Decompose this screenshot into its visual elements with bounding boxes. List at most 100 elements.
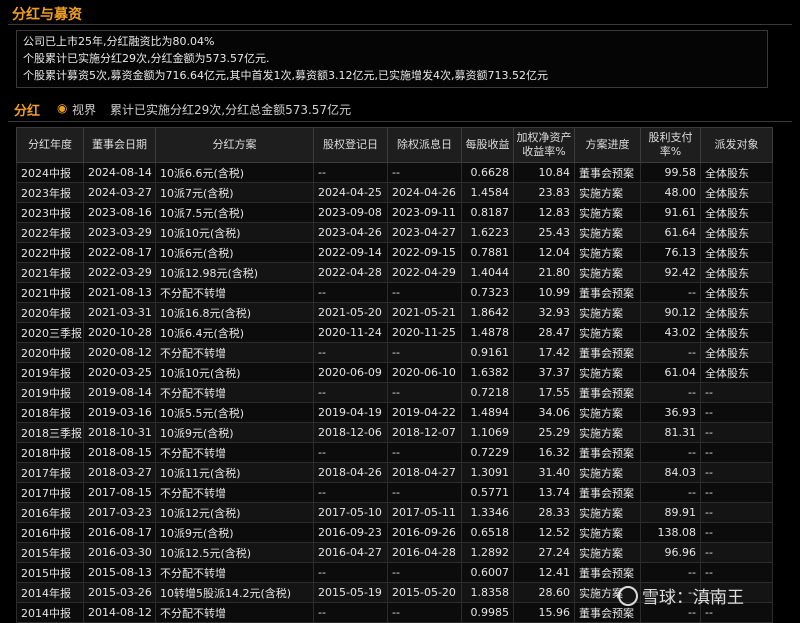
- cell-year: 2023中报: [16, 202, 84, 223]
- cell-payout: --: [640, 442, 701, 463]
- snowball-logo-icon: [618, 586, 638, 606]
- cell-exdiv-date: --: [387, 602, 462, 623]
- col-header-plan[interactable]: 分红方案: [155, 127, 314, 163]
- col-header-roe[interactable]: 加权净资产收益率%: [513, 127, 575, 163]
- table-row[interactable]: 2016中报 2016-08-17 10派9元(含税) 2016-09-23 2016-…: [16, 522, 773, 543]
- col-header-eps[interactable]: 每股收益: [461, 127, 514, 163]
- cell-eps: 0.9161: [461, 342, 514, 363]
- cell-payout: 92.42: [640, 262, 701, 283]
- cell-roe: 12.04: [513, 242, 575, 263]
- cell-year: 2022年报: [16, 222, 84, 243]
- cell-target: --: [700, 482, 773, 503]
- table-row[interactable]: 2018三季报 2018-10-31 10派9元(含税) 2018-12-06 2018…: [16, 422, 773, 443]
- cell-roe: 37.37: [513, 362, 575, 383]
- cell-exdiv-date: 2021-05-21: [387, 302, 462, 323]
- table-row[interactable]: 2020三季报 2020-10-28 10派6.4元(含税) 2020-11-24 20…: [16, 322, 773, 343]
- cell-roe: 28.33: [513, 502, 575, 523]
- cell-progress: 董事会预案: [574, 342, 641, 363]
- table-row[interactable]: 2019中报 2019-08-14 不分配不转增 -- -- 0.7218 17.55 董事会…: [16, 382, 773, 403]
- cell-payout: 76.13: [640, 242, 701, 263]
- divider: [8, 24, 792, 25]
- cell-eps: 1.4894: [461, 402, 514, 423]
- col-header-target[interactable]: 派发对象: [700, 127, 773, 163]
- table-row[interactable]: 2022中报 2022-08-17 10派6元(含税) 2022-09-14 2022-…: [16, 242, 773, 263]
- cell-target: 全体股东: [700, 302, 773, 323]
- summary-line: 个股累计募资5次,募资金额为716.64亿元,其中首发1次,募资额3.12亿元,…: [23, 69, 548, 82]
- cell-record-date: --: [313, 342, 388, 363]
- col-header-exdiv-date[interactable]: 除权派息日: [387, 127, 462, 163]
- cell-roe: 25.43: [513, 222, 575, 243]
- col-header-record-date[interactable]: 股权登记日: [313, 127, 388, 163]
- cell-target: --: [700, 442, 773, 463]
- cell-year: 2015中报: [16, 562, 84, 583]
- cell-progress: 实施方案: [574, 222, 641, 243]
- cell-board-date: 2022-03-29: [83, 262, 156, 283]
- col-header-progress[interactable]: 方案进度: [574, 127, 641, 163]
- cell-target: 全体股东: [700, 362, 773, 383]
- cell-plan: 10转增5股派14.2元(含税): [155, 582, 314, 603]
- cell-progress: 实施方案: [574, 202, 641, 223]
- table-row[interactable]: 2018年报 2019-03-16 10派5.5元(含税) 2019-04-19 201…: [16, 402, 773, 423]
- cell-target: 全体股东: [700, 202, 773, 223]
- cell-payout: --: [640, 382, 701, 403]
- cell-exdiv-date: 2019-04-22: [387, 402, 462, 423]
- table-row[interactable]: 2024中报 2024-08-14 10派6.6元(含税) -- -- 0.6628 10.…: [16, 162, 773, 183]
- cell-year: 2020三季报: [16, 322, 84, 343]
- cell-plan: 10派12.5元(含税): [155, 542, 314, 563]
- table-row[interactable]: 2019年报 2020-03-25 10派10元(含税) 2020-06-09 2020…: [16, 362, 773, 383]
- cell-board-date: 2023-03-29: [83, 222, 156, 243]
- cell-payout: 36.93: [640, 402, 701, 423]
- cell-exdiv-date: 2016-04-28: [387, 542, 462, 563]
- cell-board-date: 2019-03-16: [83, 402, 156, 423]
- cell-roe: 28.60: [513, 582, 575, 603]
- cell-progress: 实施方案: [574, 502, 641, 523]
- col-header-board-date[interactable]: 董事会日期: [83, 127, 156, 163]
- col-header-payout[interactable]: 股利支付率%: [640, 127, 701, 163]
- cell-roe: 17.42: [513, 342, 575, 363]
- eye-icon[interactable]: ◉: [57, 101, 67, 115]
- table-row[interactable]: 2015中报 2015-08-13 不分配不转增 -- -- 0.6007 12.41 董事会…: [16, 562, 773, 583]
- cell-year: 2018中报: [16, 442, 84, 463]
- cell-year: 2018年报: [16, 402, 84, 423]
- table-row[interactable]: 2015年报 2016-03-30 10派12.5元(含税) 2016-04-27 20…: [16, 542, 773, 563]
- table-row[interactable]: 2020中报 2020-08-12 不分配不转增 -- -- 0.9161 17.42 董事会…: [16, 342, 773, 363]
- table-row[interactable]: 2023年报 2024-03-27 10派7元(含税) 2024-04-25 2024-…: [16, 182, 773, 203]
- table-row[interactable]: 2017中报 2017-08-15 不分配不转增 -- -- 0.5771 13.74 董事会…: [16, 482, 773, 503]
- cell-year: 2016中报: [16, 522, 84, 543]
- col-header-year[interactable]: 分红年度: [16, 127, 84, 163]
- cell-plan: 10派12.98元(含税): [155, 262, 314, 283]
- cell-eps: 0.8187: [461, 202, 514, 223]
- cell-target: --: [700, 522, 773, 543]
- dividend-header: 分红 ◉ 视界 累计已实施分红29次,分红总金额573.57亿元: [12, 100, 772, 119]
- table-row[interactable]: 2020年报 2021-03-31 10派16.8元(含税) 2021-05-20 20…: [16, 302, 773, 323]
- table-row[interactable]: 2016年报 2017-03-23 10派12元(含税) 2017-05-10 2017…: [16, 502, 773, 523]
- cell-year: 2023年报: [16, 182, 84, 203]
- cell-record-date: 2020-06-09: [313, 362, 388, 383]
- cell-eps: 1.8358: [461, 582, 514, 603]
- table-row[interactable]: 2021年报 2022-03-29 10派12.98元(含税) 2022-04-28 2…: [16, 262, 773, 283]
- table-row[interactable]: 2017年报 2018-03-27 10派11元(含税) 2018-04-26 2018…: [16, 462, 773, 483]
- cell-board-date: 2020-08-12: [83, 342, 156, 363]
- cell-board-date: 2018-03-27: [83, 462, 156, 483]
- view-link[interactable]: 视界: [72, 101, 96, 118]
- table-row[interactable]: 2022年报 2023-03-29 10派10元(含税) 2023-04-26 2023…: [16, 222, 773, 243]
- cell-year: 2024中报: [16, 162, 84, 183]
- cell-board-date: 2017-08-15: [83, 482, 156, 503]
- cell-progress: 董事会预案: [574, 442, 641, 463]
- cell-record-date: --: [313, 162, 388, 183]
- cell-exdiv-date: 2020-11-25: [387, 322, 462, 343]
- cell-plan: 不分配不转增: [155, 442, 314, 463]
- cell-eps: 0.7323: [461, 282, 514, 303]
- table-row[interactable]: 2018中报 2018-08-15 不分配不转增 -- -- 0.7229 16.32 董事会…: [16, 442, 773, 463]
- cell-plan: 不分配不转增: [155, 342, 314, 363]
- cell-board-date: 2016-03-30: [83, 542, 156, 563]
- cell-record-date: 2016-09-23: [313, 522, 388, 543]
- table-row[interactable]: 2023中报 2023-08-16 10派7.5元(含税) 2023-09-08 202…: [16, 202, 773, 223]
- cell-record-date: --: [313, 562, 388, 583]
- cell-plan: 10派7元(含税): [155, 182, 314, 203]
- cell-progress: 董事会预案: [574, 162, 641, 183]
- cell-record-date: 2019-04-19: [313, 402, 388, 423]
- table-row[interactable]: 2021中报 2021-08-13 不分配不转增 -- -- 0.7323 10.99 董事会…: [16, 282, 773, 303]
- dividend-table: 分红年度 董事会日期 分红方案 股权登记日 除权派息日 每股收益 加权净资产收益…: [16, 127, 773, 623]
- cell-progress: 实施方案: [574, 462, 641, 483]
